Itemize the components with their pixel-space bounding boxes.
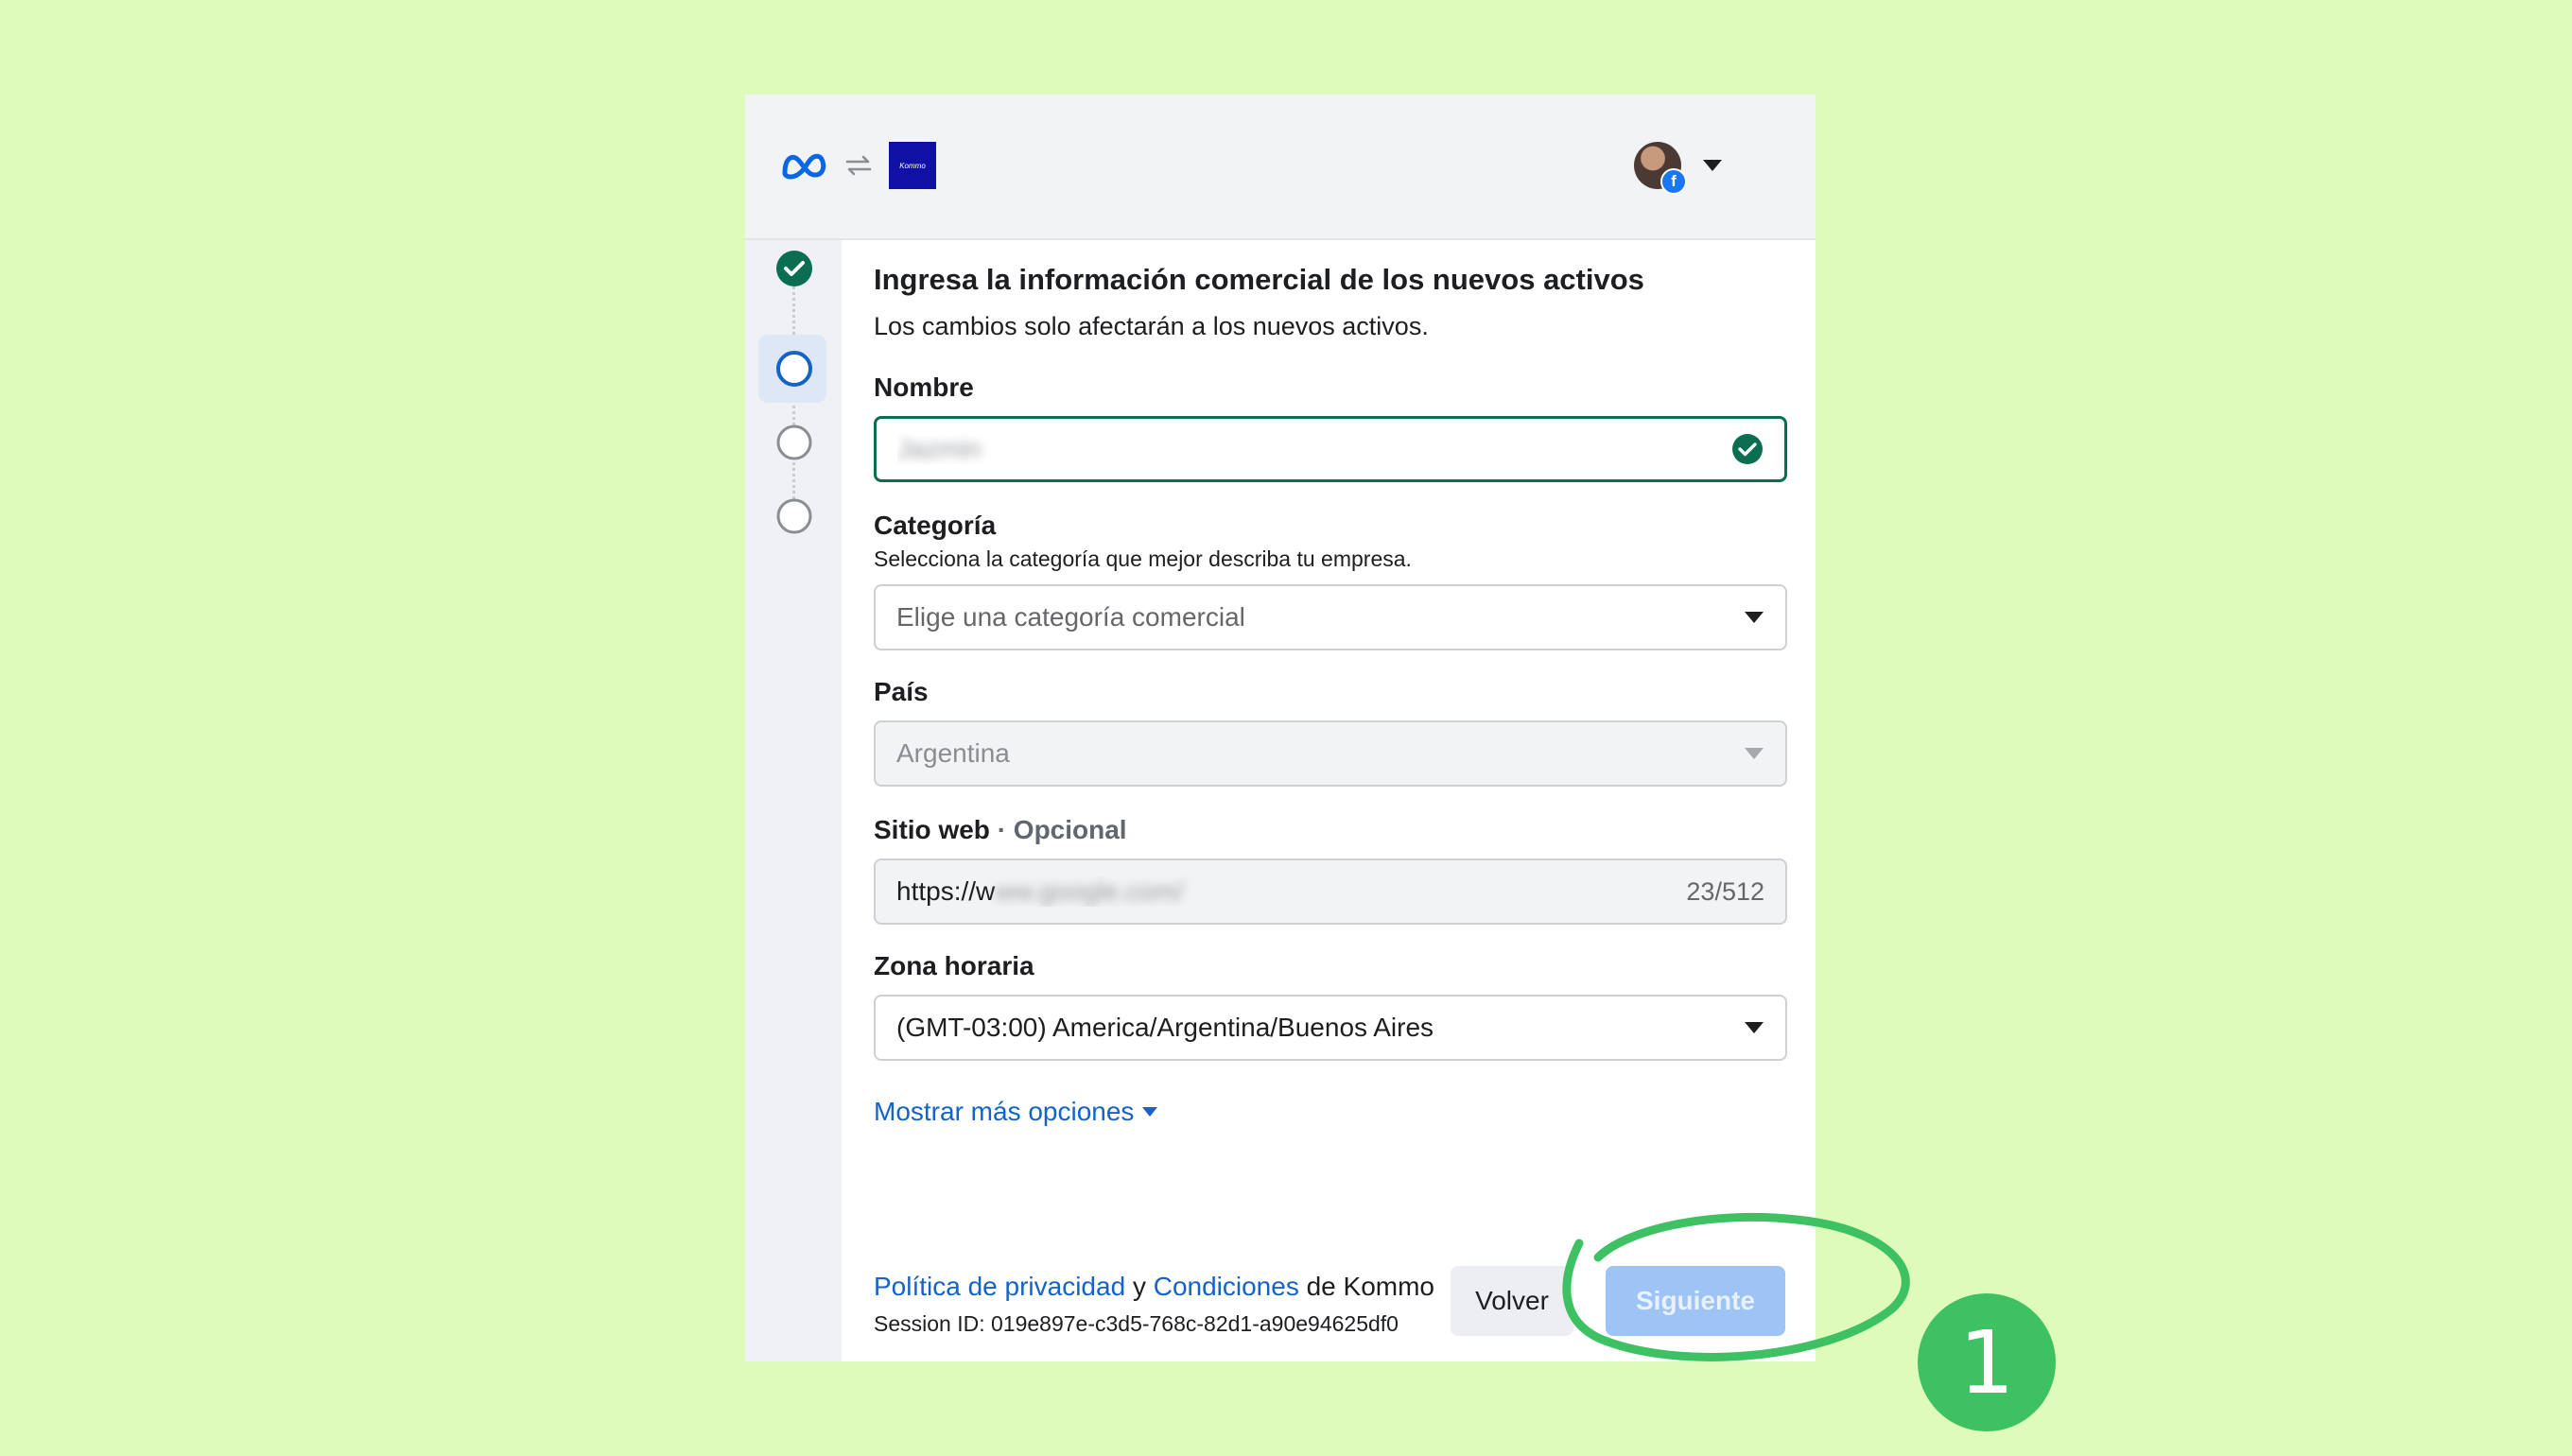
- chevron-down-icon: [1745, 1022, 1764, 1033]
- show-more-options-text: Mostrar más opciones: [874, 1097, 1135, 1126]
- caret-down-icon: [1142, 1107, 1158, 1117]
- chevron-down-icon: [1745, 612, 1764, 623]
- meta-logo-icon: [782, 153, 826, 180]
- annotation-step-badge: 1: [1918, 1293, 2056, 1431]
- character-counter: 23/512: [1686, 876, 1764, 906]
- step-3-circle-icon: [776, 425, 812, 460]
- website-value-rest: ww.google.com/: [995, 876, 1184, 906]
- terms-link[interactable]: Condiciones: [1154, 1272, 1299, 1301]
- privacy-policy-link[interactable]: Política de privacidad: [874, 1272, 1125, 1301]
- country-value: Argentina: [896, 738, 1010, 768]
- page-title: Ingresa la información comercial de los …: [874, 263, 1644, 296]
- step-2-circle-icon: [776, 351, 812, 387]
- category-helper: Selecciona la categoría que mejor descri…: [874, 546, 1412, 571]
- website-input[interactable]: https://www.google.com/ 23/512: [874, 858, 1787, 925]
- account-menu[interactable]: f: [1634, 142, 1723, 195]
- name-field[interactable]: Jazmin: [874, 416, 1787, 482]
- business-info-dialog: Kommo f Ingresa la información comercial…: [745, 95, 1816, 1361]
- chevron-down-icon: [1745, 748, 1764, 759]
- legal-links: Política de privacidad y Condiciones de …: [874, 1272, 1434, 1302]
- caret-down-icon[interactable]: [1702, 159, 1723, 172]
- show-more-options-link[interactable]: Mostrar más opciones: [874, 1097, 1158, 1127]
- step-1-check-circle-icon: [776, 251, 812, 286]
- avatar[interactable]: f: [1634, 142, 1687, 195]
- kommo-logo: Kommo: [889, 142, 936, 189]
- facebook-badge-icon: f: [1660, 168, 1687, 195]
- website-value-prefix: https://w: [896, 876, 996, 906]
- category-select[interactable]: Elige una categoría comercial: [874, 584, 1787, 650]
- name-label: Nombre: [874, 373, 974, 402]
- next-button[interactable]: Siguiente: [1606, 1266, 1785, 1336]
- step-4-circle-icon: [776, 498, 812, 534]
- sync-arrows-icon: [845, 155, 872, 176]
- timezone-select[interactable]: (GMT-03:00) America/Argentina/Buenos Air…: [874, 995, 1787, 1061]
- website-label: Sitio web · Opcional: [874, 815, 1127, 845]
- country-label: País: [874, 677, 929, 706]
- timezone-label: Zona horaria: [874, 951, 1034, 980]
- website-label-text: Sitio web: [874, 815, 990, 844]
- app-logo-text: Kommo: [899, 161, 926, 170]
- progress-stepper: [745, 240, 842, 1361]
- session-id: Session ID: 019e897e-c3d5-768c-82d1-a90e…: [874, 1311, 1399, 1336]
- app-logos: Kommo: [779, 142, 936, 189]
- dialog-header: Kommo f: [745, 95, 1816, 240]
- website-optional-text: · Opcional: [997, 815, 1127, 844]
- links-connector: y: [1132, 1272, 1146, 1301]
- country-select: Argentina: [874, 720, 1787, 787]
- back-button[interactable]: Volver: [1451, 1266, 1573, 1336]
- name-value: Jazmin: [897, 434, 982, 463]
- check-circle-icon: [1732, 434, 1763, 464]
- company-text: de Kommo: [1306, 1272, 1435, 1301]
- page-subtitle: Los cambios solo afectarán a los nuevos …: [874, 312, 1429, 340]
- category-placeholder: Elige una categoría comercial: [896, 602, 1245, 632]
- timezone-value: (GMT-03:00) America/Argentina/Buenos Air…: [896, 1013, 1434, 1042]
- category-label: Categoría: [874, 511, 997, 540]
